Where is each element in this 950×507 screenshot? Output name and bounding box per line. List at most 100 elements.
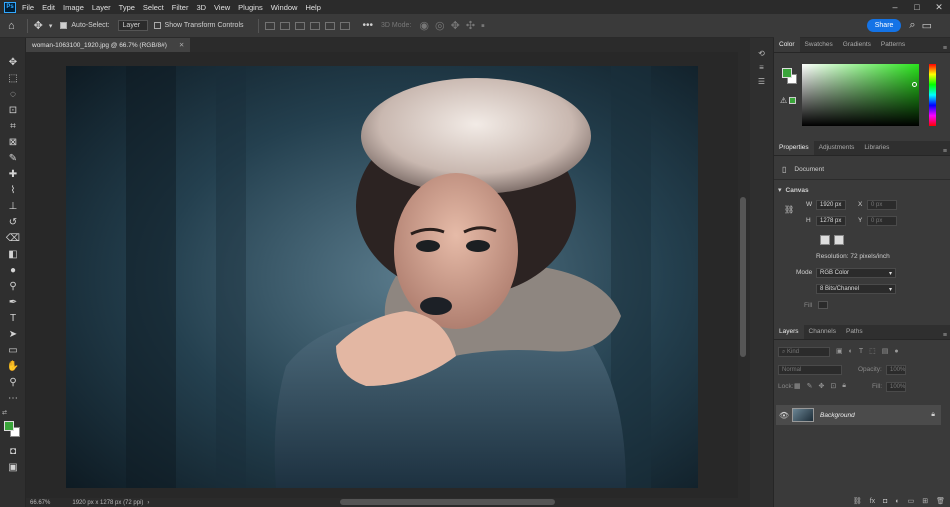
align-bottom-icon[interactable] <box>294 21 305 30</box>
align-right-icon[interactable] <box>339 21 350 30</box>
tab-patterns[interactable]: Patterns <box>876 37 910 52</box>
3d-pan-icon[interactable]: ✥ <box>451 19 460 32</box>
filter-smart-object-icon[interactable]: ▤ <box>882 347 889 355</box>
document-image[interactable] <box>66 66 698 488</box>
new-adjustment-layer-icon[interactable]: ◐ <box>895 498 899 505</box>
filter-type-icon[interactable]: T <box>859 348 863 355</box>
chevron-right-icon[interactable]: › <box>147 500 149 506</box>
tab-properties[interactable]: Properties <box>774 140 814 155</box>
color-picker-cursor[interactable] <box>912 82 917 87</box>
shape-tool-icon[interactable]: ▭ <box>0 342 26 358</box>
lock-artboard-icon[interactable]: ⊡ <box>830 382 836 390</box>
menu-filter[interactable]: Filter <box>172 3 189 12</box>
new-group-icon[interactable]: ▭ <box>908 497 915 505</box>
layer-name[interactable]: Background <box>820 412 855 419</box>
color-picker-field[interactable] <box>802 64 919 126</box>
close-tab-icon[interactable]: ✕ <box>179 41 184 49</box>
menu-plugins[interactable]: Plugins <box>238 3 263 12</box>
hand-tool-icon[interactable]: ✋ <box>0 358 26 374</box>
tab-swatches[interactable]: Swatches <box>800 37 838 52</box>
zoom-level[interactable]: 66.67% <box>30 500 50 506</box>
menu-window[interactable]: Window <box>271 3 298 12</box>
lock-all-icon[interactable]: 🔒︎ <box>842 382 846 390</box>
eyedropper-tool-icon[interactable]: ✎ <box>0 150 26 166</box>
foreground-color-swatch[interactable] <box>4 421 14 431</box>
pen-tool-icon[interactable]: ✒ <box>0 294 26 310</box>
delete-layer-icon[interactable]: 🗑︎ <box>936 497 945 505</box>
minimize-button[interactable]: – <box>884 2 906 13</box>
move-tool-preset-icon[interactable]: ✥ <box>34 19 43 32</box>
panel-menu-icon[interactable]: ≡ <box>943 148 950 155</box>
canvas-area[interactable] <box>26 52 738 498</box>
eraser-tool-icon[interactable]: ⌫ <box>0 230 26 246</box>
fill-swatch[interactable] <box>818 301 828 309</box>
tab-libraries[interactable]: Libraries <box>859 140 894 155</box>
clone-stamp-tool-icon[interactable]: ⊥ <box>0 198 26 214</box>
align-top-icon[interactable] <box>264 21 275 30</box>
color-foreground-swatch[interactable] <box>782 68 792 78</box>
visibility-eye-icon[interactable]: 👁︎ <box>776 411 792 420</box>
menu-3d[interactable]: 3D <box>196 3 206 12</box>
fill-field[interactable]: 100% <box>886 382 906 392</box>
tab-adjustments[interactable]: Adjustments <box>814 140 860 155</box>
menu-help[interactable]: Help <box>305 3 320 12</box>
brush-tool-icon[interactable]: ⌇ <box>0 182 26 198</box>
history-brush-tool-icon[interactable]: ↺ <box>0 214 26 230</box>
maximize-button[interactable]: □ <box>906 2 928 13</box>
menu-select[interactable]: Select <box>143 3 164 12</box>
filter-shape-icon[interactable]: ⬚ <box>869 347 876 355</box>
chevron-down-icon[interactable]: ▾ <box>49 22 53 30</box>
tab-layers[interactable]: Layers <box>774 324 804 339</box>
opacity-field[interactable]: 100% <box>886 365 906 375</box>
auto-select-dropdown[interactable]: Layer <box>117 20 148 31</box>
lasso-tool-icon[interactable]: ◌ <box>0 86 26 102</box>
document-tab[interactable]: woman-1063100_1920.jpg @ 66.7% (RGB/8#) … <box>26 38 191 52</box>
horizontal-scroll-thumb[interactable] <box>340 499 555 505</box>
blur-tool-icon[interactable]: ● <box>0 262 26 278</box>
zoom-tool-icon[interactable]: ⚲ <box>0 374 26 390</box>
bit-depth-dropdown[interactable]: 8 Bits/Channel ▾ <box>816 284 896 294</box>
align-middle-icon[interactable] <box>279 21 290 30</box>
swap-colors-icon[interactable]: ⇄ <box>2 409 7 416</box>
align-center-icon[interactable] <box>324 21 335 30</box>
blend-mode-dropdown[interactable]: Normal <box>778 365 842 375</box>
vertical-scrollbar[interactable] <box>738 52 750 498</box>
libraries-panel-icon[interactable]: ☰ <box>750 74 773 88</box>
link-icon[interactable]: ⛓ <box>784 205 794 214</box>
dodge-tool-icon[interactable]: ⚲ <box>0 278 26 294</box>
align-left-icon[interactable] <box>309 21 320 30</box>
menu-image[interactable]: Image <box>63 3 84 12</box>
gamut-swatch[interactable] <box>789 97 796 104</box>
path-selection-tool-icon[interactable]: ➤ <box>0 326 26 342</box>
landscape-orientation-icon[interactable] <box>834 235 844 245</box>
panel-menu-icon[interactable]: ≡ <box>943 45 950 52</box>
layer-row-background[interactable]: 👁︎ Background 🔒︎ <box>776 405 941 425</box>
x-field[interactable]: 0 px <box>867 200 897 210</box>
paint-bucket-tool-icon[interactable]: ◧ <box>0 246 26 262</box>
3d-roll-icon[interactable]: ◎ <box>435 19 445 32</box>
move-tool-icon[interactable]: ✥ <box>0 54 26 70</box>
screen-mode-icon[interactable]: ▣ <box>0 459 26 475</box>
mode-dropdown[interactable]: RGB Color ▾ <box>816 268 896 278</box>
menu-file[interactable]: File <box>22 3 34 12</box>
3d-orbit-icon[interactable]: ◉ <box>419 19 429 32</box>
edit-toolbar-icon[interactable]: ⋯ <box>0 390 26 406</box>
tab-gradients[interactable]: Gradients <box>838 37 876 52</box>
tab-paths[interactable]: Paths <box>841 324 868 339</box>
add-mask-icon[interactable]: ◘ <box>883 498 887 505</box>
menu-view[interactable]: View <box>214 3 230 12</box>
layer-style-icon[interactable]: fx <box>870 498 875 505</box>
object-selection-tool-icon[interactable]: ⊡ <box>0 102 26 118</box>
type-tool-icon[interactable]: T <box>0 310 26 326</box>
filter-toggle-icon[interactable]: ● <box>894 348 898 355</box>
filter-kind-dropdown[interactable]: ⌕ Kind <box>778 347 830 357</box>
healing-brush-tool-icon[interactable]: ✚ <box>0 166 26 182</box>
height-field[interactable]: 1278 px <box>816 216 846 226</box>
lock-pixels-icon[interactable]: ✎ <box>807 382 813 390</box>
workspace-icon[interactable]: ▭ <box>922 19 932 32</box>
lock-position-icon[interactable]: ✥ <box>819 382 825 390</box>
chevron-down-icon[interactable]: ▾ <box>778 186 782 194</box>
properties-panel-icon[interactable]: ≡ <box>750 60 773 74</box>
crop-tool-icon[interactable]: ⌗ <box>0 118 26 134</box>
frame-tool-icon[interactable]: ⊠ <box>0 134 26 150</box>
